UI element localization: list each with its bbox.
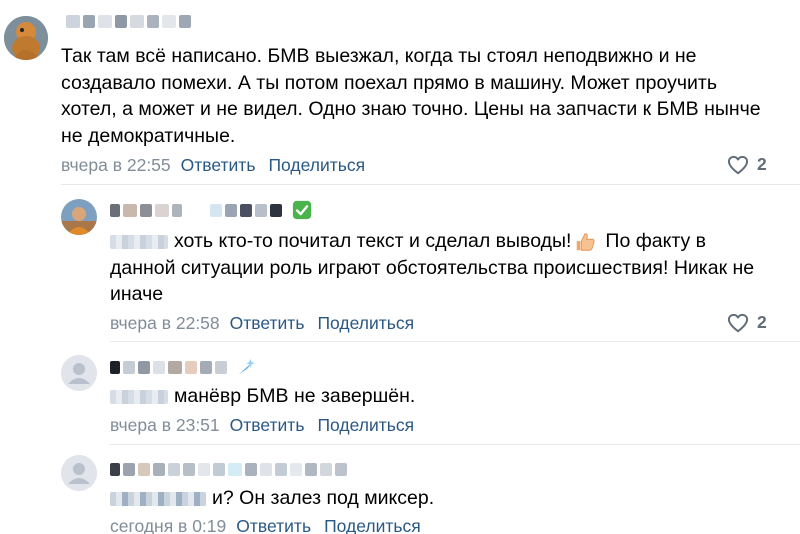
thumbs-up-emoji-icon	[573, 231, 597, 253]
share-button[interactable]: Поделиться	[268, 155, 365, 176]
comment-text-part: По факту в	[605, 230, 707, 252]
avatar[interactable]	[61, 455, 97, 491]
like-count: 2	[757, 154, 767, 174]
comment-line: Так там всё написано. БМВ выезжал, когда…	[61, 45, 697, 67]
author-name-blurred[interactable]	[110, 459, 350, 479]
comment-3: манёвр БМВ не завершён. вчера в 23:51 От…	[0, 342, 800, 445]
share-button[interactable]: Поделиться	[324, 516, 421, 534]
comment-text: Так там всё написано. БМВ выезжал, когда…	[61, 43, 761, 149]
timestamp[interactable]: вчера в 23:51	[110, 415, 220, 436]
blue-star-sparkle-icon	[236, 357, 258, 377]
comment-line: хоть кто-то почитал текст и сделал вывод…	[110, 228, 754, 255]
mention-blurred[interactable]	[110, 491, 206, 506]
comment-meta: сегодня в 0:19 Ответить Поделиться	[110, 515, 434, 534]
comment-line: иначе	[110, 283, 164, 305]
comment-text: хоть кто-то почитал текст и сделал вывод…	[110, 228, 754, 308]
comment-line: хотел, а может и не видел. Одно знаю точ…	[61, 98, 761, 120]
person-photo-avatar-icon	[61, 199, 97, 235]
timestamp[interactable]: вчера в 22:55	[61, 155, 171, 176]
comment-4: и? Он залез под миксер. сегодня в 0:19 О…	[0, 445, 800, 534]
comment-line: не демократичные.	[61, 124, 236, 147]
comment-line: манёвр БМВ не завершён.	[110, 383, 415, 410]
avatar[interactable]	[4, 16, 48, 60]
reply-button[interactable]: Ответить	[230, 313, 305, 334]
comment-text: манёвр БМВ не завершён.	[110, 383, 415, 410]
like-button[interactable]: 2	[727, 312, 767, 333]
reply-button[interactable]: Ответить	[181, 155, 256, 176]
like-button[interactable]: 2	[727, 154, 767, 175]
comment-meta: вчера в 22:55 Ответить Поделиться	[61, 154, 378, 176]
comment-line: создавало помехи. А ты потом поехал прям…	[61, 71, 718, 94]
comment-line: данной ситуации роль играют обстоятельст…	[110, 256, 755, 279]
avatar[interactable]	[61, 199, 97, 235]
heart-outline-icon	[727, 155, 749, 174]
comment-meta: вчера в 23:51 Ответить Поделиться	[110, 414, 427, 436]
comment-text: и? Он залез под миксер.	[110, 485, 434, 512]
share-button[interactable]: Поделиться	[317, 415, 414, 436]
comment-1: Так там всё написано. БМВ выезжал, когда…	[0, 0, 800, 185]
timestamp[interactable]: вчера в 22:58	[110, 313, 220, 334]
comment-meta: вчера в 22:58 Ответить Поделиться	[110, 312, 427, 334]
author-name-blurred[interactable]	[110, 357, 258, 377]
reply-button[interactable]: Ответить	[230, 415, 305, 436]
verified-check-icon	[291, 200, 313, 220]
comment-text-part: манёвр БМВ не завершён.	[174, 385, 416, 407]
avatar[interactable]	[61, 355, 97, 391]
lizard-avatar-icon	[4, 16, 48, 60]
mention-blurred[interactable]	[110, 389, 168, 404]
comment-2: хоть кто-то почитал текст и сделал вывод…	[0, 185, 800, 342]
share-button[interactable]: Поделиться	[317, 313, 414, 334]
author-name-blurred[interactable]	[66, 11, 194, 31]
reply-button[interactable]: Ответить	[236, 516, 311, 534]
timestamp[interactable]: сегодня в 0:19	[110, 516, 226, 534]
person-silhouette-icon	[61, 455, 97, 491]
comment-line: и? Он залез под миксер.	[110, 485, 434, 512]
like-count: 2	[757, 312, 767, 332]
author-name-blurred[interactable]	[110, 200, 313, 220]
mention-blurred[interactable]	[110, 234, 168, 249]
person-silhouette-icon	[61, 355, 97, 391]
comment-text-part: и? Он залез под миксер.	[212, 487, 435, 509]
comment-text-part: хоть кто-то почитал текст и сделал вывод…	[174, 230, 572, 252]
heart-outline-icon	[727, 313, 749, 332]
